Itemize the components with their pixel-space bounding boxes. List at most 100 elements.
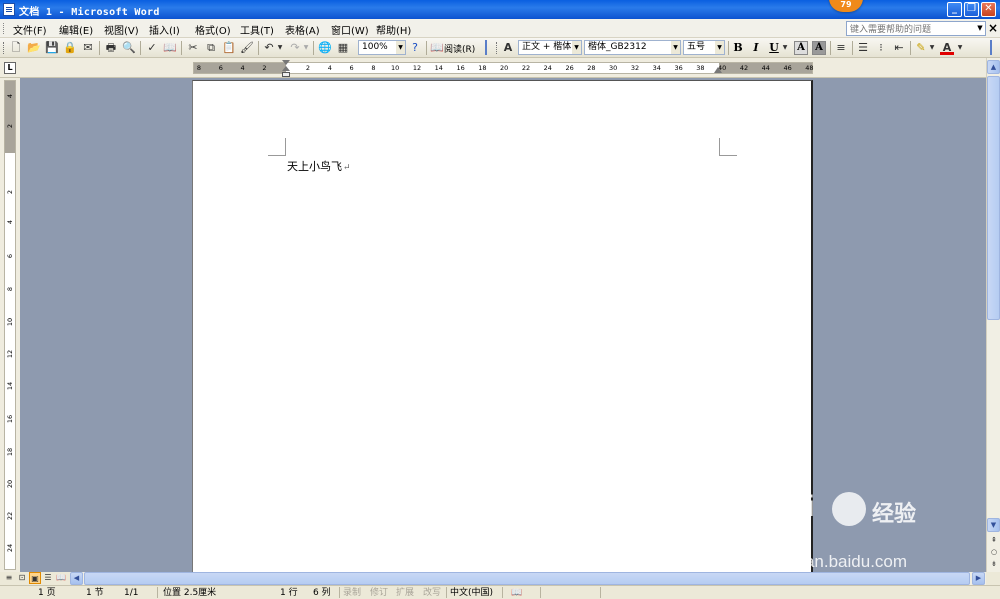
- highlight-dropdown-icon[interactable]: ▼: [928, 41, 936, 55]
- highlight-icon[interactable]: ✎: [914, 41, 928, 55]
- status-overtype[interactable]: 改写: [423, 587, 441, 599]
- read-mode-icon[interactable]: 📖: [430, 41, 444, 55]
- scroll-down-icon[interactable]: ▼: [987, 518, 1000, 532]
- menu-format[interactable]: 格式(O): [195, 22, 231, 37]
- menu-window[interactable]: 窗口(W): [331, 22, 369, 37]
- toolbar-grip[interactable]: [3, 42, 5, 54]
- align-justify-icon[interactable]: ≡: [834, 41, 848, 55]
- help-search-input[interactable]: [846, 21, 986, 36]
- next-page-icon[interactable]: ⇟: [989, 558, 999, 570]
- redo-dropdown-icon[interactable]: ▼: [302, 41, 310, 55]
- bullets-icon[interactable]: ⁝: [874, 41, 888, 55]
- status-record[interactable]: 录制: [343, 587, 361, 599]
- table-icon[interactable]: ▦: [336, 41, 350, 55]
- character-border-button[interactable]: A: [794, 41, 808, 55]
- word-document-icon[interactable]: [3, 3, 15, 16]
- status-track-changes[interactable]: 修订: [370, 587, 388, 599]
- save-icon[interactable]: 💾: [45, 41, 59, 55]
- redo-icon[interactable]: ↷: [288, 41, 302, 55]
- new-document-icon[interactable]: 🗋: [9, 41, 23, 55]
- print-preview-icon[interactable]: 🔍: [122, 41, 136, 55]
- open-folder-icon[interactable]: 📂: [27, 41, 41, 55]
- zoom-select[interactable]: 100% ▼: [358, 40, 406, 55]
- hanging-indent-icon[interactable]: [282, 66, 290, 71]
- outline-view-icon[interactable]: ☰: [42, 572, 54, 584]
- left-indent-icon[interactable]: [282, 72, 290, 77]
- font-size-select[interactable]: 五号 ▼: [683, 40, 725, 55]
- horizontal-scrollbar[interactable]: ◀ ▶: [70, 572, 986, 585]
- undo-icon[interactable]: ↶: [262, 41, 276, 55]
- document-text[interactable]: 天上小鸟飞↵: [287, 158, 351, 174]
- research-icon[interactable]: 📖: [163, 41, 177, 55]
- status-language[interactable]: 中文(中国): [450, 587, 493, 599]
- spelling-status-icon[interactable]: 📖: [511, 587, 522, 599]
- scroll-right-icon[interactable]: ▶: [972, 572, 985, 585]
- vertical-scrollbar[interactable]: ▲ ▼ ⇞ ○ ⇟: [986, 58, 1000, 572]
- reading-layout-view-icon[interactable]: 📖: [55, 572, 67, 584]
- web-layout-view-icon[interactable]: ⊡: [16, 572, 28, 584]
- notification-badge[interactable]: 79: [829, 0, 863, 12]
- font-color-dropdown-icon[interactable]: ▼: [956, 41, 964, 55]
- copy-icon[interactable]: ⧉: [204, 41, 218, 55]
- font-color-icon[interactable]: A: [940, 41, 954, 55]
- read-mode-button[interactable]: 阅读(R): [444, 42, 475, 55]
- help-icon[interactable]: ?: [408, 41, 422, 55]
- restore-button[interactable]: ❐: [964, 2, 979, 17]
- paste-icon[interactable]: 📋: [222, 41, 236, 55]
- toolbar-grip[interactable]: [496, 42, 498, 54]
- print-layout-view-icon[interactable]: ▣: [29, 572, 41, 584]
- vertical-scroll-thumb[interactable]: [987, 76, 1000, 320]
- vertical-ruler[interactable]: 4 2 2 4 6 8 10 12 14 16 18 20 22 24: [4, 80, 16, 570]
- help-dropdown-icon[interactable]: ▼: [975, 22, 985, 35]
- previous-page-icon[interactable]: ⇞: [989, 534, 999, 546]
- toolbar-grip[interactable]: [990, 40, 992, 55]
- menu-tools[interactable]: 工具(T): [240, 22, 274, 37]
- style-select[interactable]: 正文 + 楷体 ▼: [518, 40, 582, 55]
- status-extend[interactable]: 扩展: [396, 587, 414, 599]
- status-separator: [540, 587, 541, 598]
- normal-view-icon[interactable]: ≡: [3, 572, 15, 584]
- font-select[interactable]: 楷体_GB2312 ▼: [584, 40, 681, 55]
- format-painter-icon[interactable]: 🖌: [240, 41, 254, 55]
- print-icon[interactable]: 🖶: [104, 41, 118, 55]
- italic-button[interactable]: I: [749, 41, 763, 55]
- menu-help[interactable]: 帮助(H): [376, 22, 411, 37]
- chevron-down-icon[interactable]: ▼: [715, 41, 724, 54]
- character-shading-button[interactable]: A: [812, 41, 826, 55]
- hyperlink-icon[interactable]: 🌐: [318, 41, 332, 55]
- chevron-down-icon[interactable]: ▼: [671, 41, 680, 54]
- menu-view[interactable]: 视图(V): [104, 22, 139, 37]
- underline-button[interactable]: U: [767, 41, 781, 55]
- menu-edit[interactable]: 编辑(E): [59, 22, 93, 37]
- bold-button[interactable]: B: [731, 41, 745, 55]
- horizontal-scroll-thumb[interactable]: [84, 572, 970, 585]
- scroll-left-icon[interactable]: ◀: [70, 572, 83, 585]
- permission-icon[interactable]: 🔒: [63, 41, 77, 55]
- first-line-indent-icon[interactable]: [282, 60, 290, 65]
- right-indent-marker[interactable]: [714, 67, 722, 73]
- styles-formatting-icon[interactable]: A: [501, 41, 515, 55]
- menu-table[interactable]: 表格(A): [285, 22, 320, 37]
- document-close-button[interactable]: ×: [988, 21, 998, 35]
- first-line-indent-marker[interactable]: [282, 60, 290, 78]
- menu-file[interactable]: 文件(F): [13, 22, 47, 37]
- chevron-down-icon[interactable]: ▼: [572, 41, 581, 54]
- decrease-indent-icon[interactable]: ⇤: [892, 41, 906, 55]
- document-page[interactable]: 天上小鸟飞↵: [192, 80, 813, 572]
- minimize-button[interactable]: _: [947, 2, 962, 17]
- undo-dropdown-icon[interactable]: ▼: [276, 41, 284, 55]
- toolbar-grip[interactable]: [485, 40, 487, 55]
- email-icon[interactable]: ✉: [81, 41, 95, 55]
- toolbar-separator: [852, 41, 853, 55]
- cut-icon[interactable]: ✂: [186, 41, 200, 55]
- close-button[interactable]: ✕: [981, 2, 996, 17]
- numbering-icon[interactable]: ☰: [856, 41, 870, 55]
- spelling-icon[interactable]: ✓: [145, 41, 159, 55]
- underline-dropdown-icon[interactable]: ▼: [781, 41, 789, 55]
- chevron-down-icon[interactable]: ▼: [396, 41, 405, 54]
- menu-grip[interactable]: [3, 23, 5, 34]
- tab-selector[interactable]: L: [4, 62, 16, 74]
- scroll-up-icon[interactable]: ▲: [987, 60, 1000, 74]
- menu-insert[interactable]: 插入(I): [149, 22, 180, 37]
- select-browse-object-icon[interactable]: ○: [989, 546, 999, 558]
